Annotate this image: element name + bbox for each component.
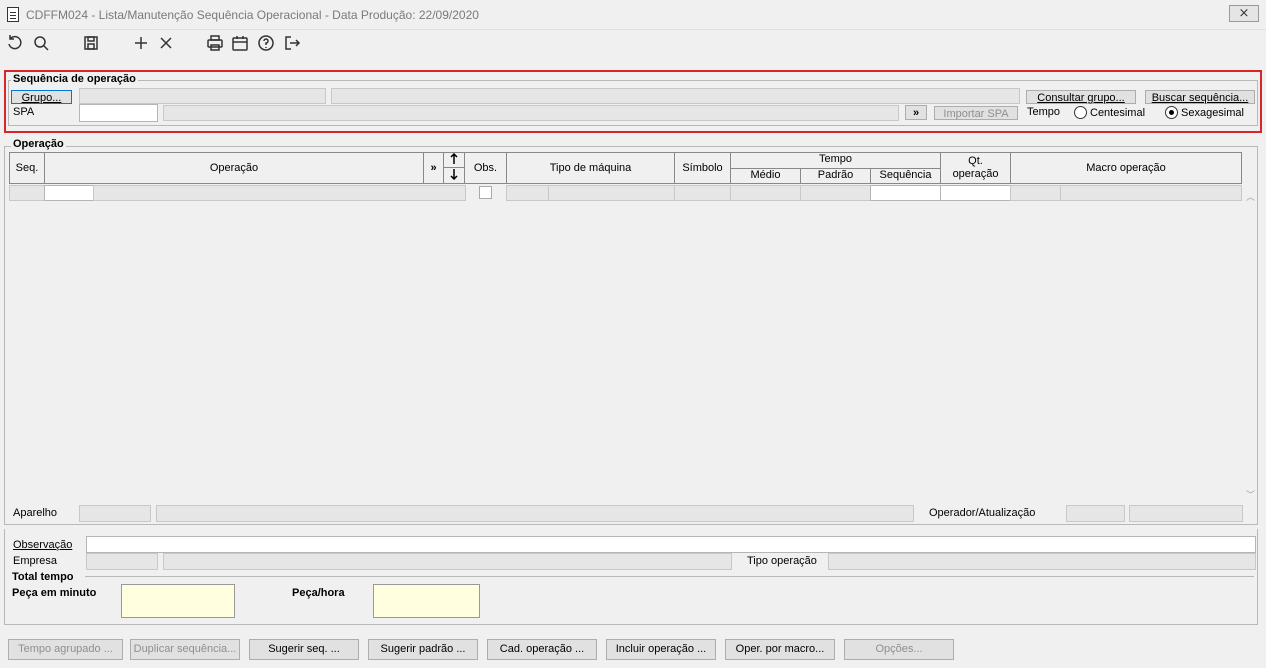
peca-hora-label: Peça/hora [292,587,345,599]
col-simbolo[interactable]: Símbolo [674,152,731,184]
tempo-agrupado-button[interactable]: Tempo agrupado ... [8,639,123,660]
col-seq[interactable]: Seq. [9,152,45,184]
spa-more-button[interactable]: » [905,105,927,120]
col-obs[interactable]: Obs. [464,152,507,184]
oper-por-macro-button[interactable]: Oper. por macro... [725,639,835,660]
empresa-label: Empresa [13,555,58,567]
row-medio-cell [730,185,801,201]
row-qt-operacao-cell[interactable] [940,185,1011,201]
search-icon[interactable] [31,34,51,54]
scroll-up-icon[interactable]: ︿ [1246,190,1255,203]
row-obs-checkbox[interactable] [479,186,492,199]
print-icon[interactable] [205,34,225,54]
tipo-operacao-label: Tipo operação [747,555,817,567]
col-qt-operacao-line2: operação [952,168,999,180]
row-seq-cell[interactable] [9,185,45,201]
window-title: CDFFM024 - Lista/Manutenção Sequência Op… [26,8,479,22]
centesimal-radio[interactable] [1074,106,1087,119]
observacao-label-text: Observação [13,539,73,551]
app-icon [7,7,19,22]
sequencia-legend: Sequência de operação [11,73,138,85]
grupo-button[interactable]: Grupo... [11,90,72,104]
col-tipo-maquina[interactable]: Tipo de máquina [506,152,675,184]
row-macro-desc-cell [1060,185,1242,201]
row-operacao-desc-cell [93,185,466,201]
opcoes-button[interactable]: Opções... [844,639,954,660]
refresh-icon[interactable] [5,34,25,54]
peca-minuto-label: Peça em minuto [12,587,97,599]
save-icon[interactable] [81,34,101,54]
duplicar-sequencia-button[interactable]: Duplicar sequência... [130,639,240,660]
row-tipo-desc-cell [548,185,675,201]
spa-description-field [163,105,899,121]
row-sequencia-cell[interactable] [870,185,941,201]
col-qt-operacao-line1: Qt. [968,155,983,167]
col-expand-button[interactable]: » [423,152,444,184]
scroll-down-icon[interactable]: ﹀ [1246,488,1255,501]
help-icon[interactable] [256,34,276,54]
observacao-input[interactable] [86,536,1256,553]
empresa-code-field [86,553,158,570]
row-macro-code-cell[interactable] [1010,185,1061,201]
move-up-icon[interactable] [443,152,465,168]
aparelho-label: Aparelho [13,507,58,519]
close-button[interactable]: ⨯ [1229,5,1259,22]
col-medio[interactable]: Médio [730,168,801,184]
tempo-label: Tempo [1027,106,1061,118]
exit-icon[interactable] [282,34,302,54]
consultar-grupo-button[interactable]: Consultar grupo... [1026,90,1136,104]
col-qt-operacao[interactable]: Qt. operação [940,152,1011,184]
observacao-label: Observação [13,539,72,551]
operacao-legend: Operação [11,138,66,150]
tipo-operacao-field [828,553,1256,570]
row-tipo-code-cell[interactable] [506,185,549,201]
atualizacao-field [1129,505,1243,522]
sexagesimal-label: Sexagesimal [1181,107,1244,119]
col-tempo[interactable]: Tempo [730,152,941,169]
spa-label: SPA [13,106,35,118]
col-macro-operacao[interactable]: Macro operação [1010,152,1242,184]
calendar-icon[interactable] [230,34,250,54]
operador-field [1066,505,1125,522]
peca-minuto-field [121,584,235,618]
col-padrao[interactable]: Padrão [800,168,871,184]
col-sequencia[interactable]: Sequência [870,168,941,184]
grupo-description-field [331,88,1020,104]
row-simbolo-cell [674,185,731,201]
aparelho-code-field [79,505,151,522]
operador-label: Operador/Atualização [929,507,1036,519]
sugerir-padrao-button[interactable]: Sugerir padrão ... [368,639,478,660]
sugerir-seq-button[interactable]: Sugerir seq. ... [249,639,359,660]
move-down-icon[interactable] [443,167,465,184]
row-operacao-code-cell[interactable] [44,185,94,201]
importar-spa-button[interactable]: Importar SPA [934,106,1018,120]
buscar-sequencia-button[interactable]: Buscar sequência... [1145,90,1255,104]
centesimal-label: Centesimal [1090,107,1146,119]
operacao-group [4,146,1258,525]
cad-operacao-button[interactable]: Cad. operação ... [487,639,597,660]
incluir-operacao-button[interactable]: Incluir operação ... [606,639,716,660]
col-operacao[interactable]: Operação [44,152,424,184]
grupo-code-field [79,88,326,104]
sexagesimal-radio[interactable] [1165,106,1178,119]
row-padrao-cell [800,185,871,201]
delete-icon[interactable] [156,34,176,54]
grid-scrollbar[interactable]: ︿ ﹀ [1243,185,1257,503]
spa-input[interactable] [79,104,158,122]
peca-hora-field [373,584,480,618]
add-icon[interactable] [131,34,151,54]
aparelho-description-field [156,505,914,522]
total-tempo-label: Total tempo [12,571,74,583]
title-bar: CDFFM024 - Lista/Manutenção Sequência Op… [0,0,1266,30]
total-tempo-divider [85,576,1254,577]
empresa-description-field [163,553,732,570]
